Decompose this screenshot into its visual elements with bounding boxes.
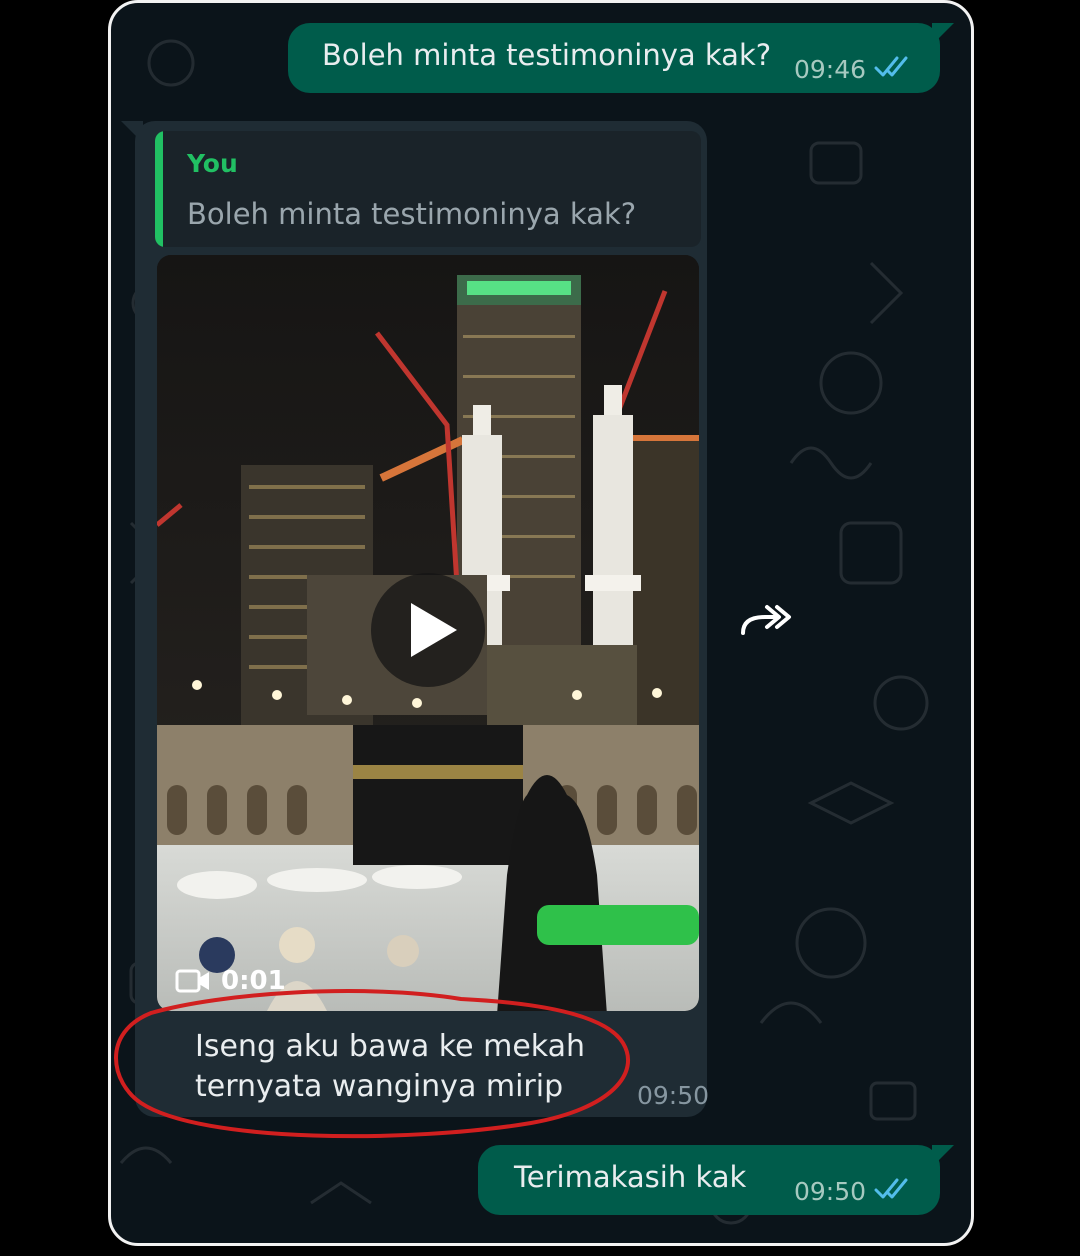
- double-check-icon: [874, 56, 908, 77]
- incoming-message[interactable]: You Boleh minta testimoninya kak? 0:01 I…: [121, 121, 710, 1117]
- caption-line: ternyata wanginya mirip: [195, 1069, 564, 1104]
- message-time: 09:50: [637, 1081, 710, 1110]
- bubble-tail: [932, 23, 954, 45]
- play-icon: [411, 603, 457, 657]
- video-duration: 0:01: [221, 966, 286, 996]
- chat-window: Boleh minta testimoninya kak? 09:46 You …: [108, 0, 974, 1246]
- caption-line: Iseng aku bawa ke mekah: [195, 1029, 586, 1064]
- bubble-tail: [121, 121, 143, 143]
- outgoing-message[interactable]: Boleh minta testimoninya kak? 09:46: [288, 23, 954, 93]
- video-duration-badge: 0:01: [175, 963, 286, 999]
- quote-accent-bar: [155, 131, 163, 247]
- play-button[interactable]: [371, 573, 485, 687]
- message-text: Terimakasih kak: [514, 1160, 747, 1194]
- message-time: 09:46: [794, 55, 867, 84]
- outgoing-message[interactable]: Terimakasih kak 09:50: [478, 1145, 954, 1215]
- message-text: Boleh minta testimoninya kak?: [322, 38, 772, 72]
- video-thumbnail[interactable]: 0:01: [157, 255, 699, 1011]
- double-check-icon: [874, 1178, 908, 1199]
- quoted-reply[interactable]: You Boleh minta testimoninya kak?: [155, 131, 701, 247]
- message-caption: Iseng aku bawa ke mekah ternyata wanginy…: [195, 1027, 585, 1107]
- forward-icon[interactable]: [737, 601, 793, 641]
- quote-text: Boleh minta testimoninya kak?: [187, 197, 637, 231]
- message-time: 09:50: [794, 1177, 867, 1206]
- quote-author: You: [187, 149, 238, 178]
- bubble-tail: [932, 1145, 954, 1167]
- video-camera-icon: [175, 969, 209, 993]
